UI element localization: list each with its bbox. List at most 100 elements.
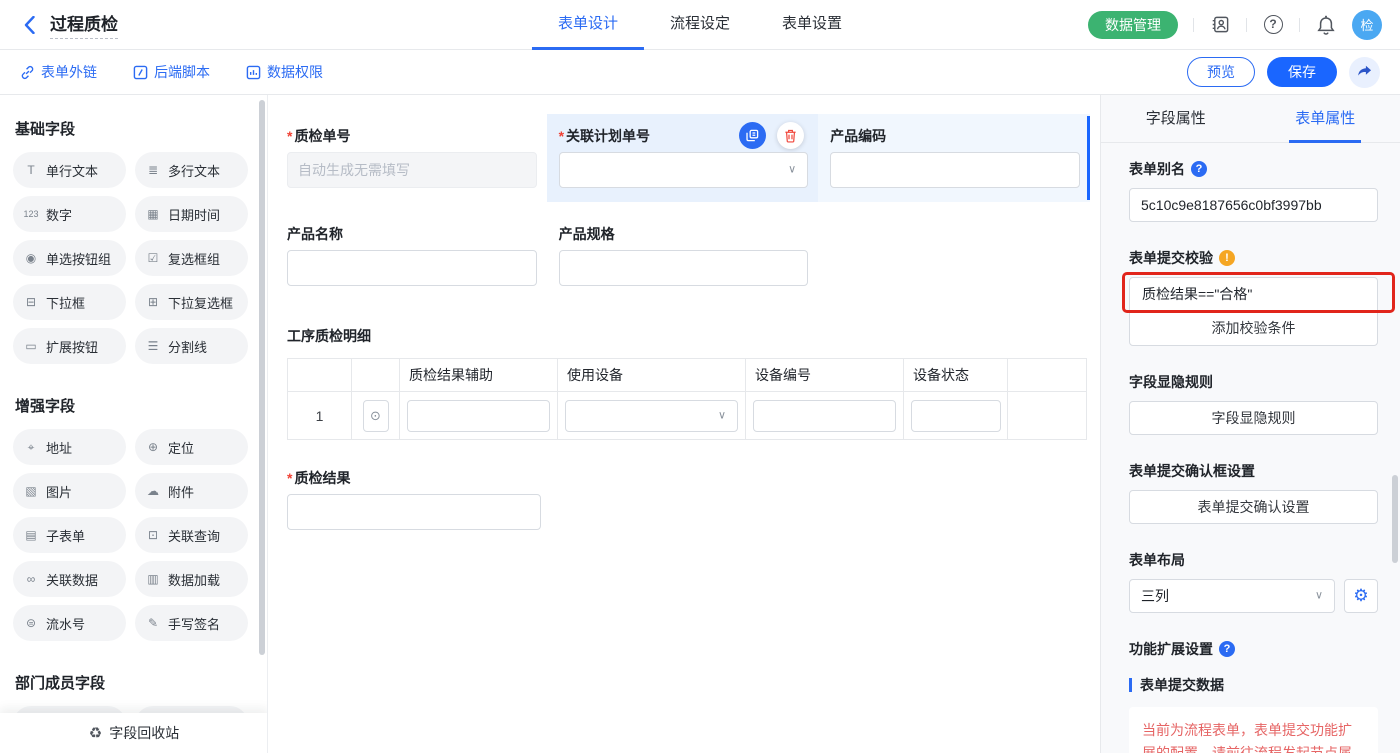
field-type-checkbox-group[interactable]: ☑复选框组: [135, 240, 248, 276]
product-code-input[interactable]: [830, 152, 1080, 188]
field-type-linked-data[interactable]: ∞关联数据: [13, 561, 126, 597]
multi-dropdown-icon: ⊞: [145, 295, 161, 309]
device-status-input[interactable]: [911, 400, 1001, 432]
serial-icon: ⊜: [23, 616, 39, 630]
field-type-serial-number[interactable]: ⊜流水号: [13, 605, 126, 641]
column-header: 设备编号: [746, 359, 904, 392]
chart-icon: ▥: [145, 572, 161, 586]
field-product-code[interactable]: 产品编码: [818, 114, 1090, 202]
field-type-single-line-text[interactable]: T单行文本: [13, 152, 126, 188]
form-toolbar: 表单外链 后端脚本 数据权限 预览 保存: [0, 50, 1400, 95]
help-badge-icon[interactable]: ?: [1191, 161, 1207, 177]
submit-confirm-button[interactable]: 表单提交确认设置: [1129, 490, 1378, 524]
field-product-spec[interactable]: 产品规格: [547, 212, 819, 300]
tab-form-design[interactable]: 表单设计: [532, 0, 644, 50]
notification-bell-icon[interactable]: [1315, 14, 1337, 36]
target-icon: ⊕: [145, 440, 161, 454]
data-permission-action[interactable]: 数据权限: [246, 62, 323, 82]
field-type-multi-line-text[interactable]: ≣多行文本: [135, 152, 248, 188]
validation-condition-item[interactable]: 质检结果=="合格": [1130, 278, 1377, 311]
field-type-signature[interactable]: ✎手写签名: [135, 605, 248, 641]
field-type-datetime[interactable]: ▦日期时间: [135, 196, 248, 232]
recycle-icon: ♻: [89, 724, 102, 742]
field-type-number[interactable]: 123数字: [13, 196, 126, 232]
link-data-icon: ∞: [23, 572, 39, 586]
subform-radio-field[interactable]: ⊙: [363, 400, 389, 432]
field-label: 关联计划单号: [559, 126, 650, 146]
save-button[interactable]: 保存: [1267, 57, 1337, 87]
form-canvas[interactable]: 质检单号 关联计划单号: [268, 95, 1100, 753]
delete-field-button[interactable]: [777, 122, 804, 149]
copy-field-button[interactable]: [739, 122, 766, 149]
field-qc-number[interactable]: 质检单号: [275, 114, 547, 202]
field-library-sidebar: 基础字段 T单行文本 ≣多行文本 123数字 ▦日期时间 ◉单选按钮组 ☑复选框…: [0, 95, 268, 753]
copy-icon: [746, 129, 759, 142]
tab-form-settings[interactable]: 表单设置: [756, 0, 868, 50]
tab-flow-settings[interactable]: 流程设定: [644, 0, 756, 50]
section-title-basic-fields: 基础字段: [15, 118, 267, 139]
warning-badge-icon[interactable]: !: [1219, 250, 1235, 266]
field-type-address[interactable]: ⌖地址: [13, 429, 126, 465]
data-manage-button[interactable]: 数据管理: [1088, 11, 1178, 39]
field-type-dropdown[interactable]: ⊟下拉框: [13, 284, 126, 320]
plan-number-select[interactable]: ∨: [559, 152, 809, 188]
add-validation-condition-button[interactable]: 添加校验条件: [1130, 311, 1377, 345]
product-name-input[interactable]: [287, 250, 537, 286]
checkbox-icon: ☑: [145, 251, 161, 265]
cloud-upload-icon: ☁: [145, 484, 161, 498]
layout-gear-button[interactable]: ⚙: [1344, 579, 1378, 613]
tab-form-properties[interactable]: 表单属性: [1251, 95, 1400, 142]
field-type-attachment[interactable]: ☁附件: [135, 473, 248, 509]
properties-panel: 字段属性 表单属性 表单别名 ? 表单提交校验 ! 质检结果=="合格" 添加校…: [1100, 95, 1400, 753]
field-product-name[interactable]: 产品名称: [275, 212, 547, 300]
field-qc-result[interactable]: 质检结果: [287, 468, 541, 530]
product-spec-input[interactable]: [559, 250, 809, 286]
page-title[interactable]: 过程质检: [50, 10, 118, 39]
field-type-multi-dropdown[interactable]: ⊞下拉复选框: [135, 284, 248, 320]
field-type-image[interactable]: ▧图片: [13, 473, 126, 509]
script-icon: [133, 65, 148, 80]
contacts-icon[interactable]: [1209, 14, 1231, 36]
field-recycle-bin[interactable]: ♻ 字段回收站: [0, 713, 268, 753]
sidebar-scrollbar[interactable]: [259, 100, 265, 655]
subform-icon: ▤: [23, 528, 39, 542]
backend-script-action[interactable]: 后端脚本: [133, 62, 210, 82]
field-visibility-button[interactable]: 字段显隐规则: [1129, 401, 1378, 435]
field-type-data-load[interactable]: ▥数据加载: [135, 561, 248, 597]
qc-number-input[interactable]: [287, 152, 537, 188]
radio-dot-icon: ⊙: [370, 408, 381, 424]
field-type-divider[interactable]: ☰分割线: [135, 328, 248, 364]
share-button[interactable]: [1349, 57, 1380, 88]
form-alias-input[interactable]: [1129, 188, 1378, 222]
field-subform-process-qc[interactable]: 工序质检明细 质检结果辅助 使用设备 设备编号 设备状态 1: [287, 326, 1090, 440]
field-type-radio-group[interactable]: ◉单选按钮组: [13, 240, 126, 276]
panel-scrollbar[interactable]: [1392, 475, 1398, 563]
device-number-input[interactable]: [753, 400, 896, 432]
form-row-1: 质检单号 关联计划单号: [275, 114, 1090, 202]
share-arrow-icon: [1357, 65, 1372, 79]
subform-header-row: 质检结果辅助 使用设备 设备编号 设备状态: [288, 359, 1087, 392]
extension-settings-label: 功能扩展设置: [1129, 639, 1213, 659]
preview-button[interactable]: 预览: [1187, 57, 1255, 87]
device-used-select[interactable]: ∨: [565, 400, 738, 432]
qc-result-input[interactable]: [287, 494, 541, 530]
field-type-subform[interactable]: ▤子表单: [13, 517, 126, 553]
avatar[interactable]: 检: [1352, 10, 1382, 40]
layout-select-value: 三列: [1141, 588, 1169, 604]
form-alias-label: 表单别名: [1129, 159, 1185, 179]
flow-form-warning: 当前为流程表单，表单提交功能扩展的配置，请前往流程发起节点属性: [1129, 707, 1378, 753]
field-type-lookup-query[interactable]: ⊡关联查询: [135, 517, 248, 553]
column-header: 设备状态: [904, 359, 1008, 392]
qc-result-helper-input[interactable]: [407, 400, 550, 432]
field-type-geolocation[interactable]: ⊕定位: [135, 429, 248, 465]
external-link-action[interactable]: 表单外链: [20, 62, 97, 82]
field-type-extend-button[interactable]: ▭扩展按钮: [13, 328, 126, 364]
help-badge-icon[interactable]: ?: [1219, 641, 1235, 657]
image-icon: ▧: [23, 484, 39, 498]
permission-icon: [246, 65, 261, 80]
back-icon[interactable]: [18, 14, 40, 36]
tab-field-properties[interactable]: 字段属性: [1101, 95, 1251, 142]
field-plan-number-selected[interactable]: 关联计划单号: [547, 114, 819, 202]
help-icon[interactable]: ?: [1262, 14, 1284, 36]
layout-select[interactable]: 三列 ∨: [1129, 579, 1335, 613]
